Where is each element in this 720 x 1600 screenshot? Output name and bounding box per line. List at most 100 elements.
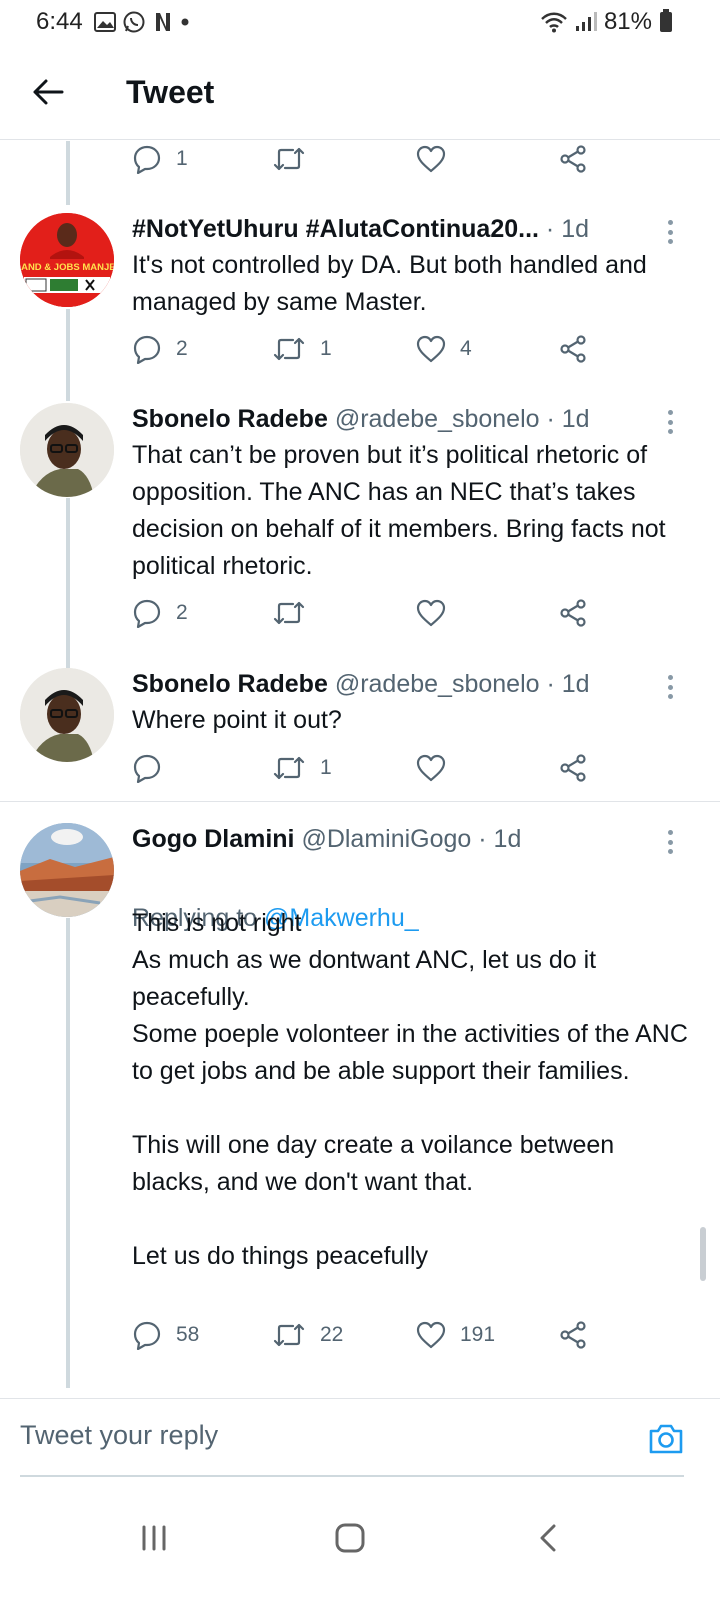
notification-icons — [94, 10, 190, 34]
thread-line — [66, 141, 70, 205]
author-name[interactable]: Sbonelo Radebe — [132, 405, 328, 433]
reply-count: 58 — [176, 1323, 200, 1346]
gallery-icon — [94, 12, 116, 32]
tweet-meta: · 1d — [538, 215, 590, 243]
retweet-button[interactable]: 1 — [272, 331, 332, 367]
nav-back-button[interactable] — [518, 1508, 578, 1568]
like-button[interactable]: 4 — [416, 331, 472, 367]
reply-button[interactable] — [132, 750, 176, 786]
share-icon — [560, 1321, 586, 1349]
thread-line — [66, 498, 70, 668]
reply-icon — [133, 335, 161, 364]
retweet-count: 22 — [320, 1323, 344, 1346]
share-button[interactable] — [558, 595, 588, 631]
like-button[interactable] — [416, 595, 460, 631]
tweet-header: Sbonelo Radebe @radebe_sbonelo · 1d — [132, 670, 670, 699]
share-button[interactable] — [558, 1317, 588, 1353]
wifi-icon — [541, 12, 567, 33]
avatar-image — [20, 823, 114, 917]
tweet-meta: @radebe_sbonelo · 1d — [327, 670, 590, 698]
share-icon — [560, 335, 586, 363]
reply-icon — [133, 754, 161, 783]
like-icon — [416, 145, 446, 173]
avatar[interactable] — [20, 668, 114, 762]
battery-icon — [660, 9, 672, 32]
status-right: 81% — [540, 8, 672, 36]
like-count: 4 — [460, 337, 472, 360]
retweet-button[interactable] — [272, 595, 320, 631]
author-name[interactable]: Gogo Dlamini — [132, 825, 295, 853]
camera-icon — [649, 1424, 683, 1454]
avatar-image — [20, 668, 114, 762]
page-title: Tweet — [126, 74, 215, 110]
recents-button[interactable] — [124, 1508, 184, 1568]
avatar[interactable] — [20, 403, 114, 497]
camera-button[interactable] — [648, 1423, 684, 1460]
share-button[interactable] — [558, 331, 588, 367]
like-icon — [416, 754, 446, 782]
thread-line — [66, 918, 70, 1388]
header: Tweet — [0, 44, 720, 140]
reply-icon — [133, 599, 161, 628]
tweet-thread[interactable]: 1 LAND & JOBS MANJE! #NotYetUhuru #Aluta… — [0, 141, 720, 1398]
more-button[interactable] — [660, 217, 680, 247]
share-icon — [560, 145, 586, 173]
reply-button[interactable]: 58 — [132, 1317, 199, 1353]
scrollbar-thumb[interactable] — [700, 1227, 706, 1281]
retweet-count: 1 — [320, 756, 332, 779]
reply-input[interactable] — [20, 1405, 630, 1465]
reply-button[interactable]: 1 — [132, 141, 188, 177]
like-icon — [416, 599, 446, 627]
retweet-icon — [273, 147, 305, 171]
dot-icon — [181, 18, 189, 26]
retweet-button[interactable]: 1 — [272, 750, 332, 786]
tweet-text: That can’t be proven but it’s political … — [132, 441, 666, 580]
reply-count: 1 — [176, 147, 188, 170]
author-name[interactable]: #NotYetUhuru #AlutaContinua20... — [132, 215, 539, 243]
avatar-image — [20, 403, 114, 497]
retweet-button[interactable]: 22 — [272, 1317, 343, 1353]
retweet-count: 1 — [320, 337, 332, 360]
more-button[interactable] — [660, 827, 680, 857]
back-arrow-icon — [33, 79, 64, 105]
netflix-icon — [156, 13, 170, 31]
retweet-icon — [273, 756, 305, 780]
reply-button[interactable]: 2 — [132, 331, 188, 367]
status-time: 6:44 — [36, 8, 83, 35]
reply-icon — [133, 145, 161, 174]
retweet-icon — [273, 1323, 305, 1347]
share-button[interactable] — [558, 750, 588, 786]
more-button[interactable] — [660, 672, 680, 702]
retweet-button[interactable] — [272, 141, 320, 177]
tweet-text: This is not right As much as we dontwant… — [132, 909, 688, 1270]
retweet-icon — [273, 337, 305, 361]
reply-composer — [0, 1398, 720, 1478]
home-button[interactable] — [320, 1508, 380, 1568]
tweet-actions: 2 — [132, 595, 602, 631]
reply-count: 2 — [176, 337, 188, 360]
share-button[interactable] — [558, 141, 588, 177]
like-button[interactable] — [416, 141, 460, 177]
like-count: 191 — [460, 1323, 496, 1346]
reply-count: 2 — [176, 601, 188, 624]
tweet-actions: 1 — [132, 750, 602, 786]
back-button[interactable] — [28, 72, 68, 112]
like-icon — [416, 335, 446, 363]
more-button[interactable] — [660, 407, 680, 437]
tweet-actions: 58 22 191 — [132, 1317, 602, 1353]
share-icon — [560, 599, 586, 627]
like-button[interactable]: 191 — [416, 1317, 495, 1353]
tweet-header: Sbonelo Radebe @radebe_sbonelo · 1d — [132, 405, 670, 434]
avatar[interactable]: LAND & JOBS MANJE! — [20, 213, 114, 307]
tweet-meta: @radebe_sbonelo · 1d — [327, 405, 590, 433]
whatsapp-icon — [123, 11, 145, 33]
reply-button[interactable]: 2 — [132, 595, 188, 631]
avatar[interactable] — [20, 823, 114, 917]
like-button[interactable] — [416, 750, 460, 786]
signal-icon — [575, 12, 597, 31]
reply-icon — [133, 1321, 161, 1350]
author-name[interactable]: Sbonelo Radebe — [132, 670, 328, 698]
status-bar: 6:44 81% — [0, 0, 720, 44]
tweet-meta: @DlaminiGogo · 1d — [294, 825, 522, 853]
tweet-text: Where point it out? — [132, 706, 342, 734]
